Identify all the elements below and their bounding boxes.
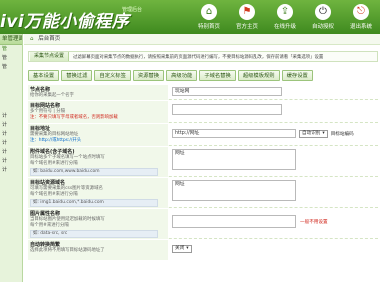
target-name-warn: 注：不要只填写字母或者域名，否则影响加载 — [30, 115, 118, 120]
tab-basic[interactable]: 基本设置 — [28, 70, 60, 81]
sidebar-item[interactable]: 管 — [0, 54, 22, 63]
row-target-addr: 目标地址 需要采集的目标网站地址 注：http://或https://开头 ht… — [28, 123, 378, 146]
settings-tabs: 基本设置 替换过滤 自定义标签 资源替换 高级功能 子域名替换 超级模板规则 缓… — [28, 70, 313, 81]
nav-upgrade-label: 在线升级 — [273, 24, 296, 30]
row-target-name: 目标网站名称 多个用符号 | 分隔 注：不要只填写字母或者域名，否则影响加载 — [28, 100, 378, 123]
sub-url-title: 目标站资源域名 — [30, 180, 66, 186]
row-site-name: 节点名称 给你的采集起一个名字 玩站网 — [28, 84, 378, 100]
upgrade-icon: ⇪ — [277, 4, 293, 20]
nav-auth[interactable]: ⏻ 自动授权 — [304, 0, 342, 34]
tab-advanced[interactable]: 高级功能 — [166, 70, 198, 81]
charset-label: 目标站编码 — [330, 131, 354, 137]
sub-domain-textarea[interactable]: 网址 — [172, 149, 296, 170]
power-icon: ⏻ — [315, 4, 331, 20]
app-logo: ivi万能小偷程序 — [0, 12, 130, 32]
tab-replace-filter[interactable]: 替换过滤 — [61, 70, 93, 81]
nav-official[interactable]: ⚑ 官方主页 — [228, 0, 266, 34]
tip-message: 过滤屏幕页面对采集节点的数据执行，请按照采集前的页面源代码进行编写，不要目标站源… — [73, 54, 324, 60]
nav-auth-label: 自动授权 — [311, 24, 334, 30]
tip-bar: 采集节点设置 过滤屏幕页面对采集节点的数据执行，请按照采集前的页面源代码进行编写… — [28, 51, 378, 62]
exit-icon: ⎋ — [353, 4, 369, 20]
breadcrumb: ⌂ 后台首页 — [24, 34, 380, 45]
main-panel: ⌂ 后台首页 采集节点设置 过滤屏幕页面对采集节点的数据执行，请按照采集前的页面… — [24, 34, 380, 282]
flag-icon: ⚑ — [239, 4, 255, 20]
tab-subdomain-replace[interactable]: 子域名替换 — [199, 70, 236, 81]
charset-select-value: 自动识别 — [302, 130, 321, 136]
row-sub-domain: 附件域名(含子域名) 目标站多个子域名填写一个站点时填写 每个域名用#来进行分隔… — [28, 146, 378, 177]
tab-resource-replace[interactable]: 资源替换 — [132, 70, 165, 81]
target-addr-note: 注：http://或https://开头 — [30, 138, 82, 143]
tab-custom-tag[interactable]: 自定义标签 — [94, 70, 131, 81]
sidebar-title: 单管理面板 — [0, 34, 22, 45]
site-name-desc: 给你的采集起一个名字 — [30, 93, 74, 98]
top-nav: ⌂ 特别首页 ⚑ 官方主页 ⇪ 在线升级 ⏻ 自动授权 ⎋ 退出系统 — [190, 0, 380, 34]
site-name-input[interactable]: 玩站网 — [172, 87, 282, 96]
tip-tab: 采集节点设置 — [30, 52, 70, 61]
sidebar-item[interactable]: 计 — [0, 112, 22, 121]
target-name-input[interactable] — [172, 104, 282, 115]
charset-select[interactable]: 自动识别 ▾ — [299, 129, 328, 138]
settings-form: 节点名称 给你的采集起一个名字 玩站网 目标网站名称 多个用符号 | 分隔 注：… — [28, 84, 378, 260]
nav-home[interactable]: ⌂ 特别首页 — [190, 0, 228, 34]
sidebar-item[interactable]: 管 — [0, 63, 22, 72]
sub-url-textarea[interactable]: 网址 — [172, 180, 296, 201]
sub-domain-desc2: 每个域名用#来进行分隔 — [30, 161, 78, 166]
sub-url-desc2: 每个域名用#来进行分隔 — [30, 192, 78, 197]
auto-convert-select[interactable]: 关闭 ▾ — [172, 245, 192, 253]
home-icon[interactable]: ⌂ — [30, 36, 34, 42]
row-auto-convert: 自动转换简繁 选择此项将不用填写目标站源码地址了 关闭 ▾ — [28, 239, 378, 260]
sidebar-item[interactable]: 计 — [0, 121, 22, 130]
img-attr-desc2: 每个用#来进行分隔 — [30, 223, 69, 228]
logo-subtitle: 管理后台 — [122, 7, 143, 13]
sidebar-item[interactable]: 计 — [0, 139, 22, 148]
auto-convert-title: 自动转换简繁 — [30, 242, 61, 248]
home-icon: ⌂ — [201, 4, 217, 20]
auto-convert-value: 关闭 — [175, 246, 185, 251]
sidebar-item[interactable]: 计 — [0, 166, 22, 175]
row-sub-url: 目标站资源域名 可填写需要采集的css图片等资源域名 每个域名用#来进行分隔 如… — [28, 177, 378, 208]
nav-upgrade[interactable]: ⇪ 在线升级 — [266, 0, 304, 34]
nav-official-label: 官方主页 — [235, 24, 258, 30]
target-name-title: 目标网站名称 — [30, 103, 61, 109]
header-bar: ivi万能小偷程序 管理后台 ⌂ 特别首页 ⚑ 官方主页 ⇪ 在线升级 ⏻ 自动… — [0, 0, 380, 34]
sub-domain-title: 附件域名(含子域名) — [30, 149, 75, 155]
img-attr-note: 一般不用设置 — [300, 219, 328, 225]
sidebar-item[interactable]: 计 — [0, 148, 22, 157]
sub-url-example: 如: img1.baidu.com,*.baidu.com — [30, 199, 158, 207]
sidebar: 单管理面板 管 管 管 计 计 计 计 计 计 计 — [0, 34, 23, 282]
auto-convert-desc: 选择此项将不用填写目标站源码地址了 — [30, 248, 105, 253]
chevron-down-icon: ▾ — [186, 246, 189, 251]
row-img-attr: 图片属性名称 当目标站图片使用延迟加载的时候填写 每个用#来进行分隔 如: da… — [28, 208, 378, 239]
sidebar-item[interactable]: 计 — [0, 157, 22, 166]
target-addr-input[interactable]: http://网址 — [172, 129, 296, 138]
img-attr-example: 如: data-src, src — [30, 230, 158, 238]
img-attr-title: 图片属性名称 — [30, 211, 61, 217]
chevron-down-icon: ▾ — [322, 130, 325, 136]
sidebar-item[interactable]: 计 — [0, 130, 22, 139]
tab-cache[interactable]: 缓存设置 — [281, 70, 313, 81]
sidebar-item[interactable]: 管 — [0, 45, 22, 54]
img-attr-input[interactable] — [172, 215, 296, 228]
nav-exit-label: 退出系统 — [349, 24, 372, 30]
site-name-title: 节点名称 — [30, 87, 51, 93]
sub-domain-example: 如: baidu.com,www.baidu.com — [30, 168, 158, 176]
nav-exit[interactable]: ⎋ 退出系统 — [342, 0, 380, 34]
tab-super-template[interactable]: 超级模板规则 — [237, 70, 280, 81]
breadcrumb-text: 后台首页 — [38, 36, 61, 42]
target-addr-title: 目标地址 — [30, 126, 51, 132]
nav-home-label: 特别首页 — [197, 24, 220, 30]
